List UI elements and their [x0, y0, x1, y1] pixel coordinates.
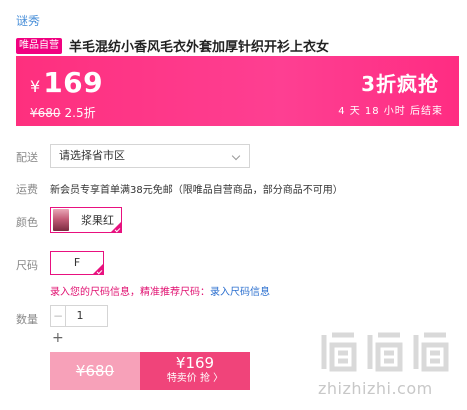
color-label: 颜色	[16, 216, 38, 229]
quantity-spacer	[94, 305, 108, 327]
chevron-down-icon	[231, 151, 241, 161]
buy-now-button[interactable]: ¥169 特卖价 抢 〉	[140, 352, 250, 390]
buy-sale-label: 特卖价 抢 〉	[166, 373, 224, 384]
watermark-logo-icon	[321, 332, 449, 372]
buy-bar: ¥680 ¥169 特卖价 抢 〉	[50, 352, 250, 390]
discount-rate: 2.5折	[64, 106, 96, 120]
quantity-input[interactable]: 1	[66, 305, 94, 327]
original-price: ¥680	[30, 105, 61, 120]
size-info-link[interactable]: 录入尺码信息	[210, 287, 270, 298]
quantity-increase-button[interactable]: +	[52, 330, 64, 346]
quantity-label: 数量	[16, 313, 38, 326]
size-tip: 录入您的尺码信息，精准推荐尺码：录入尺码信息	[50, 283, 270, 298]
price-banner: ¥ 169 ¥680 2.5折 3折疯抢 4 天 18 小时 后结束	[16, 56, 459, 126]
region-select-placeholder: 请选择省市区	[59, 149, 125, 162]
product-title: 羊毛混纺小香风毛衣外套加厚针织开衫上衣女	[69, 40, 330, 55]
currency-symbol: ¥	[30, 77, 41, 96]
promo-countdown: 4 天 18 小时 后结束	[338, 106, 443, 117]
color-option-label: 浆果红	[81, 214, 114, 227]
product-title-row: 唯品自营 羊毛混纺小香风毛衣外套加厚针织开衫上衣女	[16, 36, 329, 55]
current-price: ¥ 169	[30, 66, 103, 99]
buy-sale-price: ¥169	[175, 354, 215, 372]
current-price-value: 169	[43, 66, 104, 99]
shipping-info: 新会员专享首单满38元免邮（限唯品自营商品，部分商品不可用）	[50, 185, 343, 196]
size-tip-text: 录入您的尺码信息，精准推荐尺码：	[50, 287, 210, 298]
color-swatch-image	[53, 209, 69, 231]
self-operated-badge: 唯品自营	[16, 37, 62, 54]
watermark-text: zhizhizhi.com	[318, 379, 433, 398]
price-sub: ¥680 2.5折	[30, 104, 96, 121]
original-price-button[interactable]: ¥680	[50, 352, 140, 390]
promo-title: 3折疯抢	[361, 72, 439, 96]
shipping-label: 运费	[16, 183, 38, 196]
quantity-stepper: − 1	[50, 305, 108, 327]
size-option-label: F	[73, 256, 81, 269]
size-option-f[interactable]: F	[50, 251, 104, 275]
region-select[interactable]: 请选择省市区	[50, 144, 250, 168]
buy-original-price: ¥680	[75, 362, 115, 380]
brand-link[interactable]: 谜秀	[16, 12, 40, 29]
quantity-decrease-button[interactable]: −	[50, 305, 66, 327]
delivery-label: 配送	[16, 151, 38, 164]
size-label: 尺码	[16, 259, 38, 272]
color-option-berry-red[interactable]: 浆果红	[50, 207, 122, 233]
